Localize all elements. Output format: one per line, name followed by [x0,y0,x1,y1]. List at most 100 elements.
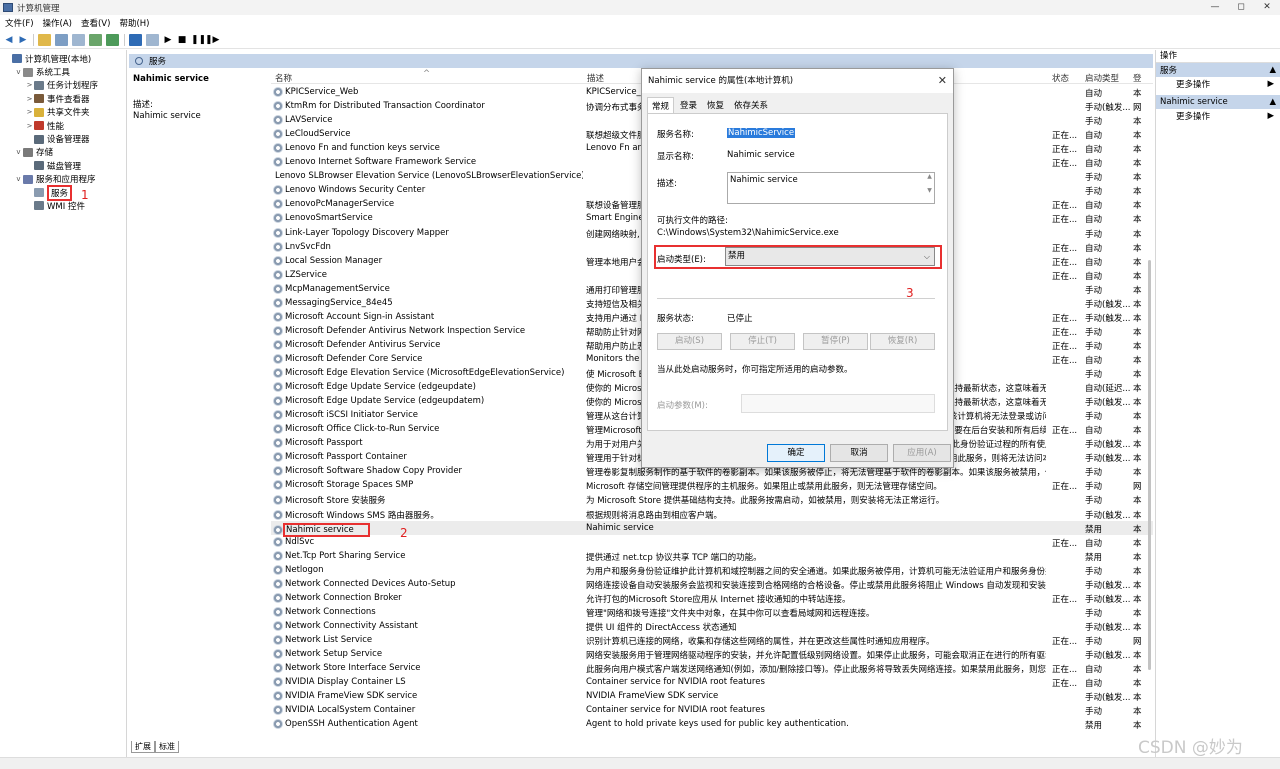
service-row[interactable]: NVIDIA LocalSystem Container Container se… [271,703,1153,717]
actions-group-services[interactable]: 服务 ▲ [1156,63,1280,77]
startup-type-select[interactable]: 禁用 ⌵ [725,247,935,266]
expand-toggle-icon[interactable]: > [25,122,34,130]
tab-standard[interactable]: 标准 [155,741,179,753]
service-description: 根据规则将消息路由到相应客户端。 [586,510,723,521]
service-name-cell: Network Store Interface Service [273,663,583,674]
tree-item[interactable]: WMI 控件 [0,199,126,212]
tree-item[interactable]: > 任务计划程序 [0,79,126,92]
service-row[interactable]: Network Connection Broker 允许打包的Microsoft … [271,591,1153,605]
service-name-value[interactable]: NahimicService [727,128,796,138]
expand-toggle-icon[interactable]: v [14,175,23,183]
tree-item[interactable]: > 事件查看器 [0,92,126,105]
resume-button[interactable]: 恢复(R) [870,333,935,350]
export-list-icon[interactable] [106,33,119,46]
gear-icon [273,677,283,688]
menu-action[interactable]: 操作(A) [43,17,72,29]
tab-dependencies[interactable]: 依存关系 [730,97,772,113]
help-icon[interactable] [129,33,142,46]
service-row[interactable]: Network Setup Service 网络安装服务用于管理网络驱动程序的安装… [271,647,1153,661]
tab-extended[interactable]: 扩展 [131,741,155,753]
expand-toggle-icon[interactable]: > [25,95,34,103]
service-row[interactable]: Network Connectivity Assistant 提供 UI 组件的 … [271,619,1153,633]
more-actions-nahimic[interactable]: 更多操作 ▶ [1156,109,1280,123]
menu-help[interactable]: 帮助(H) [119,17,149,29]
tree-item[interactable]: > 性能 [0,119,126,132]
description-field[interactable]: Nahimic service ▲ ▼ [727,172,935,204]
column-header-name[interactable]: 名称 [275,72,292,84]
expand-toggle-icon[interactable]: > [25,108,34,116]
back-arrow-icon[interactable]: ◀ [4,35,14,45]
description-scrollbar[interactable]: ▲ ▼ [925,173,934,203]
pause-button[interactable]: 暂停(P) [803,333,868,350]
gear-icon [273,634,283,645]
service-name-cell: KPICService_Web [273,87,583,97]
console-tree-icon[interactable] [55,33,68,46]
service-name-text[interactable]: NahimicService [727,128,796,138]
more-actions-services[interactable]: 更多操作 ▶ [1156,77,1280,91]
tab-recovery[interactable]: 恢复 [703,97,728,113]
start-params-input[interactable] [741,394,935,413]
service-row[interactable]: OpenSSH Authentication Agent Agent to hol… [271,717,1153,729]
service-row[interactable]: NVIDIA Display Container LS Container ser… [271,675,1153,689]
tree-item[interactable]: > 共享文件夹 [0,106,126,119]
tree-item[interactable]: v 系统工具 [0,65,126,78]
actions-header: 操作 [1156,50,1280,63]
stop-icon[interactable]: ■ [177,35,187,45]
properties-icon[interactable] [72,33,85,46]
service-row[interactable]: Net.Tcp Port Sharing Service 提供通过 net.tcp… [271,549,1153,563]
forward-arrow-icon[interactable]: ▶ [18,35,28,45]
minimize-button[interactable]: — [1202,0,1228,15]
service-row[interactable]: Network Connected Devices Auto-Setup 网络连接… [271,577,1153,591]
tab-logon[interactable]: 登录 [676,97,701,113]
refresh-icon[interactable] [89,33,102,46]
tree-item[interactable]: 磁盘管理 [0,159,126,172]
service-row[interactable]: NVIDIA FrameView SDK service NVIDIA Frame… [271,689,1153,703]
show-hide-pane-icon[interactable] [146,33,159,46]
submenu-arrow-icon: ▶ [1267,111,1274,121]
service-row[interactable]: Network Connections 管理"网络和拨号连接"文件夹中对象，在其中… [271,605,1153,619]
pause-icon[interactable]: ❚❚ [191,35,206,45]
service-name: Microsoft Office Click-to-Run Service [285,424,440,435]
cancel-button[interactable]: 取消 [830,444,888,462]
dialog-close-icon[interactable]: ✕ [938,69,947,93]
service-row[interactable]: Microsoft Store 安装服务 为 Microsoft Store 提供… [271,492,1153,506]
tree-item[interactable]: 服务 [0,184,126,201]
maximize-button[interactable]: ◻ [1228,0,1254,15]
gear-icon [273,241,283,252]
apply-button[interactable]: 应用(A) [893,444,951,462]
service-row[interactable]: Network List Service 识别计算机已连接的网络，收集和存储这些网… [271,633,1153,647]
column-header-status[interactable]: 状态 [1052,72,1069,84]
service-name: Link-Layer Topology Discovery Mapper [285,227,449,238]
column-header-startup-type[interactable]: 启动类型 [1085,72,1119,84]
restart-icon[interactable]: ❚▶ [205,35,219,45]
play-icon[interactable]: ▶ [163,35,173,45]
column-header-description[interactable]: 描述 [587,72,604,84]
actions-group-nahimic[interactable]: Nahimic service ▲ [1156,95,1280,109]
service-logon: 本 [1133,215,1142,226]
expand-toggle-icon[interactable]: > [25,81,34,89]
up-folder-icon[interactable] [38,33,51,46]
service-name-cell: NVIDIA Display Container LS [273,677,583,688]
ok-button[interactable]: 确定 [767,444,825,462]
tab-general[interactable]: 常规 [647,97,675,113]
vertical-scrollbar[interactable] [1148,260,1151,670]
service-startup-type: 手动 [1085,468,1103,479]
stop-button[interactable]: 停止(T) [730,333,795,350]
start-button[interactable]: 启动(S) [657,333,722,350]
close-button[interactable]: ✕ [1254,0,1280,15]
service-row[interactable]: Netlogon 为用户和服务身份验证维护此计算机和域控制器之间的安全通道。如果此… [271,563,1153,577]
service-row[interactable]: Microsoft Storage Spaces SMP Microsoft 存储… [271,478,1153,492]
tree-item[interactable]: 设备管理器 [0,132,126,145]
menu-view[interactable]: 查看(V) [81,17,110,29]
expand-toggle-icon[interactable]: v [14,148,23,156]
menu-file[interactable]: 文件(F) [5,17,34,29]
service-row[interactable]: Microsoft Windows SMS 路由器服务。 根据规则将消息路由到相应… [271,507,1153,521]
column-header-logon[interactable]: 登 [1133,72,1142,84]
service-row[interactable]: Network Store Interface Service 此服务向用户模式客… [271,661,1153,675]
gear-icon [273,524,283,535]
service-name: Microsoft Storage Spaces SMP [285,480,414,491]
tree-item[interactable]: v 存储 [0,146,126,159]
tree-item[interactable]: 计算机管理(本地) [0,52,126,65]
service-startup-type: 自动 [1085,538,1103,549]
expand-toggle-icon[interactable]: v [14,68,23,76]
